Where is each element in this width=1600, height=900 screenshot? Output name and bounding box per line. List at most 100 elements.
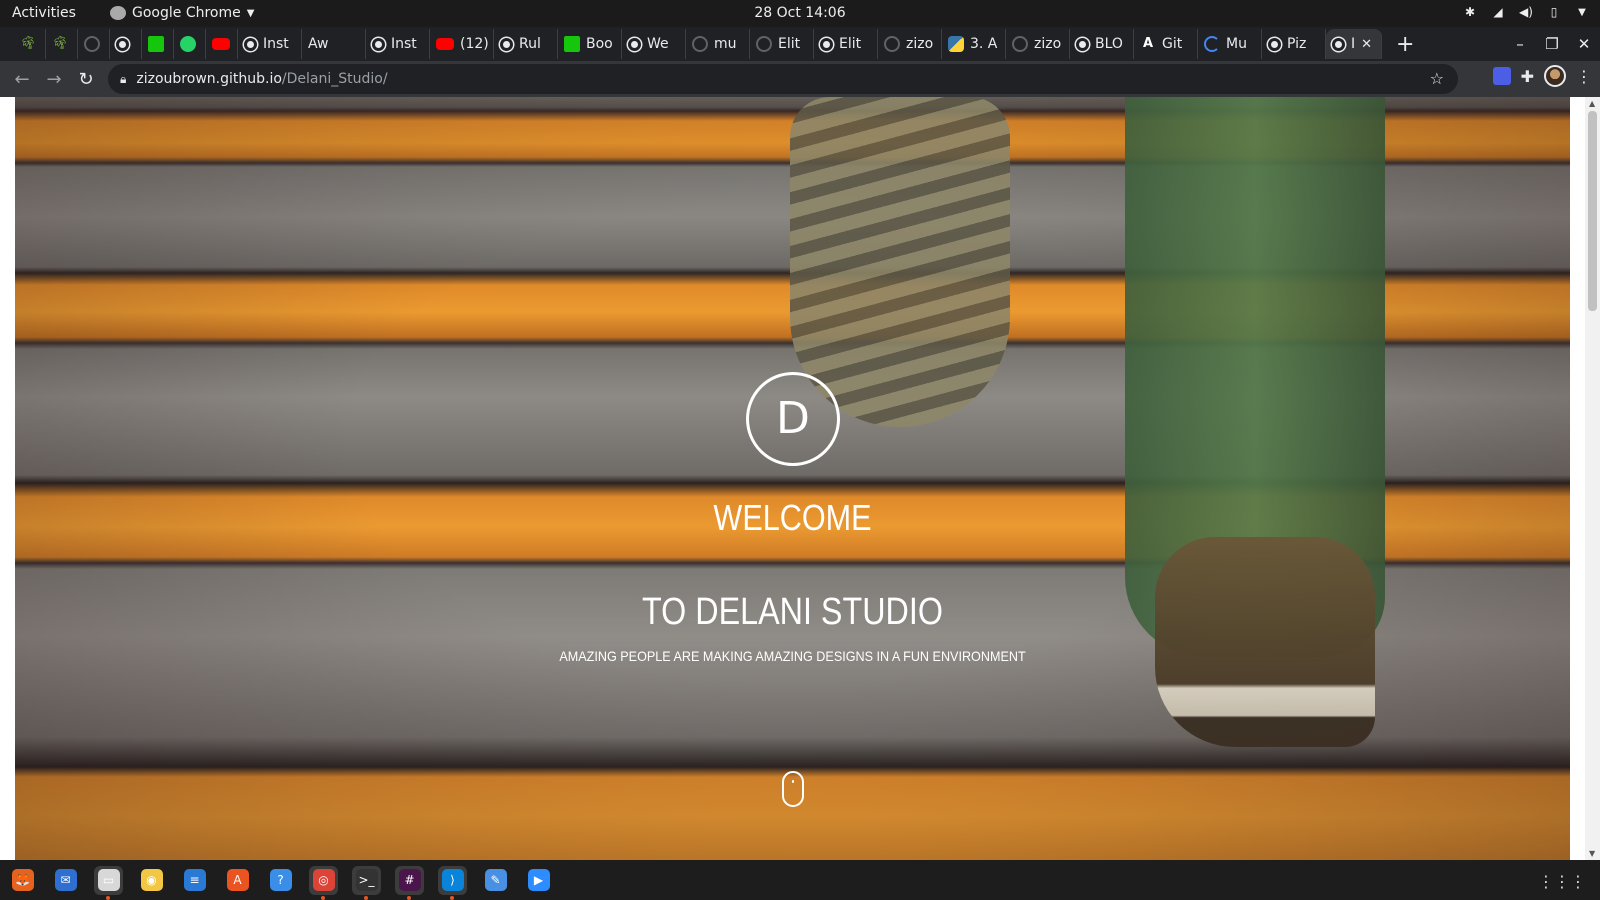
python-icon: [948, 36, 964, 52]
globe-icon: [1332, 37, 1345, 51]
rhythmbox-icon[interactable]: ◉: [137, 866, 166, 895]
lock-icon[interactable]: 🔒︎: [120, 72, 126, 87]
tab-title: mu: [714, 36, 737, 52]
tab-title: (12): [460, 36, 489, 52]
zoom-icon[interactable]: ▶: [524, 866, 553, 895]
browser-tab[interactable]: Aw: [302, 29, 366, 59]
extension-icon[interactable]: [1492, 67, 1511, 85]
browser-tab[interactable]: zizo: [1006, 29, 1070, 59]
browser-tab[interactable]: [110, 29, 142, 59]
page-title: TO DELANI STUDIO: [642, 591, 943, 633]
running-indicator: [364, 895, 368, 900]
whatsapp-icon: [180, 36, 196, 52]
show-applications-icon[interactable]: ⋮⋮⋮: [1538, 872, 1586, 891]
chrome-glyph: ◎: [312, 869, 335, 891]
github-icon: [1012, 36, 1028, 52]
tab-list: 🌴︎ 🌴︎ Inst Aw Inst (12) Rul Boo We mu Elit Elit zizo…: [14, 29, 1326, 59]
avatar[interactable]: [1544, 65, 1566, 87]
browser-tab[interactable]: 🌴︎: [14, 29, 46, 59]
close-icon[interactable]: ✕: [1361, 37, 1372, 52]
vscode-icon[interactable]: ⟩: [438, 865, 467, 900]
thunderbird-icon[interactable]: ✉: [51, 866, 80, 895]
reload-icon[interactable]: ↻: [70, 69, 102, 90]
studio-logo: D: [746, 372, 840, 466]
tab-title: Piz: [1287, 36, 1307, 52]
new-tab-button[interactable]: +: [1382, 32, 1428, 57]
browser-tab[interactable]: BLO: [1070, 29, 1134, 59]
browser-tab[interactable]: Inst: [366, 29, 430, 59]
browser-tab[interactable]: Elit: [750, 29, 814, 59]
slack-glyph: #: [398, 869, 421, 891]
terminal-icon[interactable]: >_: [352, 865, 381, 900]
running-indicator: [106, 895, 110, 900]
gnome-top-bar: Activities Google Chrome ▼ 28 Oct 14:06 …: [0, 0, 1600, 27]
minimize-icon[interactable]: –: [1504, 35, 1536, 53]
browser-tab[interactable]: Elit: [814, 29, 878, 59]
globe-icon: [1076, 37, 1089, 51]
browser-tab[interactable]: zizo: [878, 29, 942, 59]
bookmark-star-icon[interactable]: ☆: [1430, 69, 1444, 88]
scroll-mouse-icon[interactable]: [782, 771, 804, 807]
browser-tab[interactable]: [142, 29, 174, 59]
tab-title: We: [647, 36, 669, 52]
firefox-glyph: 🦊: [11, 869, 34, 891]
back-icon[interactable]: ←: [6, 69, 38, 90]
clock[interactable]: 28 Oct 14:06: [0, 5, 1600, 21]
files-icon[interactable]: ▭: [94, 865, 123, 900]
browser-tab[interactable]: Piz: [1262, 29, 1326, 59]
tab-title: Elit: [778, 36, 801, 52]
puzzle-icon[interactable]: ✚: [1521, 67, 1534, 86]
scroll-down-arrow-icon[interactable]: ▼: [1589, 849, 1595, 858]
browser-tab[interactable]: (12): [430, 29, 494, 59]
youtube-icon: [436, 38, 454, 50]
kebab-menu-icon[interactable]: ⋮: [1576, 67, 1592, 86]
tab-title: Aw: [308, 36, 329, 52]
browser-tab[interactable]: Inst: [238, 29, 302, 59]
address-bar[interactable]: 🔒︎ zizoubrown.github.io/Delani_Studio/ ☆: [108, 64, 1458, 94]
scrollbar-thumb[interactable]: [1588, 111, 1597, 311]
hero-background-shoe: [790, 97, 1010, 427]
welcome-heading: WELCOME: [713, 497, 872, 538]
forward-icon[interactable]: →: [38, 69, 70, 90]
system-tray[interactable]: ✱ ◢ ◀) ▯ ▼: [1462, 4, 1590, 20]
page-scrollbar[interactable]: ▲ ▼: [1585, 97, 1600, 860]
plant-icon: 🌴︎: [20, 36, 37, 51]
running-indicator: [450, 895, 454, 900]
tab-title: Mu: [1226, 36, 1247, 52]
text-editor-icon[interactable]: ✎: [481, 866, 510, 895]
active-tab[interactable]: I ✕: [1326, 29, 1382, 59]
chevron-down-icon[interactable]: ▼: [1574, 4, 1590, 20]
browser-tab[interactable]: Rul: [494, 29, 558, 59]
tab-title: zizo: [1034, 36, 1062, 52]
slack-icon[interactable]: #: [395, 865, 424, 900]
browser-tab[interactable]: [206, 29, 238, 59]
tab-title: BLO: [1095, 36, 1123, 52]
browser-tab[interactable]: mu: [686, 29, 750, 59]
restore-icon[interactable]: ❐: [1536, 35, 1568, 53]
rhythmbox-glyph: ◉: [140, 869, 163, 891]
globe-icon: [244, 37, 257, 51]
chrome-icon[interactable]: ◎: [309, 865, 338, 900]
tab-title: Elit: [839, 36, 862, 52]
toolbar: ← → ↻ 🔒︎ zizoubrown.github.io/Delani_Stu…: [0, 61, 1600, 97]
tagline: AMAZING PEOPLE ARE MAKING AMAZING DESIGN…: [559, 648, 1026, 664]
help-icon[interactable]: ?: [266, 866, 295, 895]
browser-tab[interactable]: We: [622, 29, 686, 59]
tab-title: Inst: [263, 36, 289, 52]
browser-tab[interactable]: Mu: [1198, 29, 1262, 59]
running-indicator: [407, 895, 411, 900]
browser-tab[interactable]: Boo: [558, 29, 622, 59]
page-viewport: D WELCOME TO DELANI STUDIO AMAZING PEOPL…: [0, 97, 1600, 860]
writer-icon[interactable]: ≡: [180, 866, 209, 895]
browser-tab[interactable]: [174, 29, 206, 59]
browser-tab[interactable]: [78, 29, 110, 59]
slack-tray-icon[interactable]: ✱: [1462, 4, 1478, 20]
close-window-icon[interactable]: ✕: [1568, 35, 1600, 53]
tab-title: 3. A: [970, 36, 998, 52]
browser-tab[interactable]: 3. A: [942, 29, 1006, 59]
firefox-icon[interactable]: 🦊: [8, 866, 37, 895]
software-icon[interactable]: A: [223, 866, 252, 895]
browser-tab[interactable]: A Git: [1134, 29, 1198, 59]
browser-tab[interactable]: 🌴︎: [46, 29, 78, 59]
scroll-up-arrow-icon[interactable]: ▲: [1589, 99, 1595, 108]
